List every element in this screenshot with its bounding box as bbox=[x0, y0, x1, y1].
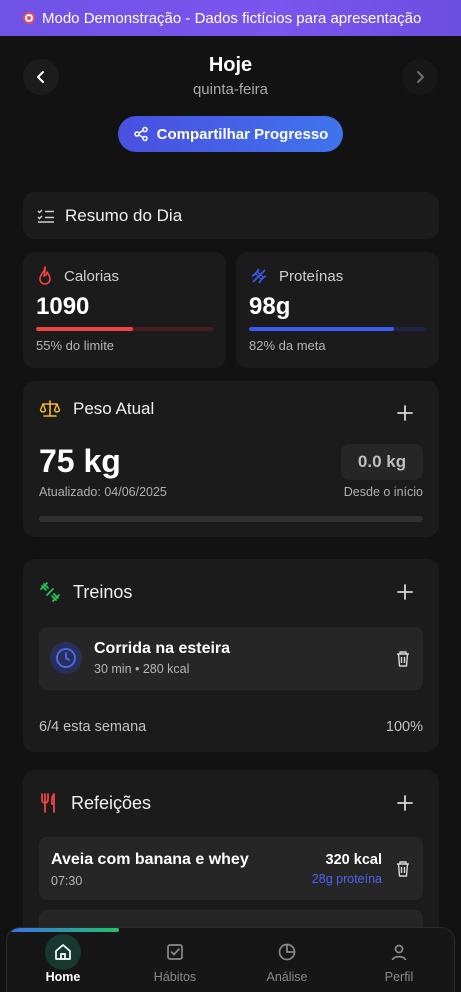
next-day-button[interactable] bbox=[402, 59, 438, 95]
tab-analysis[interactable]: Análise bbox=[231, 928, 343, 992]
home-icon bbox=[55, 944, 71, 960]
weight-title: Peso Atual bbox=[73, 399, 155, 418]
summary-title: Resumo do Dia bbox=[65, 205, 183, 225]
share-progress-button[interactable]: Compartilhar Progresso bbox=[118, 116, 343, 152]
protein-progress-bar bbox=[249, 327, 426, 331]
calories-progress-bar bbox=[36, 327, 213, 331]
checkbox-icon bbox=[167, 944, 183, 960]
demo-mode-banner: Modo Demonstração - Dados fictícios para… bbox=[0, 0, 461, 36]
scale-icon bbox=[39, 400, 61, 417]
meal-name: Aveia com banana e whey bbox=[51, 851, 249, 868]
share-button-label: Compartilhar Progresso bbox=[156, 125, 329, 143]
user-icon bbox=[391, 944, 407, 961]
clock-icon bbox=[56, 648, 76, 668]
add-workout-button[interactable] bbox=[395, 582, 415, 602]
workouts-week-percent: 100% bbox=[385, 719, 423, 735]
calories-progress-fill bbox=[36, 327, 134, 331]
tab-profile[interactable]: Perfil bbox=[343, 928, 454, 992]
delete-meal-icon[interactable] bbox=[395, 860, 411, 878]
protein-value: 98g bbox=[249, 293, 291, 320]
add-weight-button[interactable] bbox=[395, 403, 415, 423]
tab-profile-label: Perfil bbox=[384, 970, 414, 984]
meal-time: 07:30 bbox=[51, 874, 83, 888]
tab-home[interactable]: Home bbox=[7, 928, 119, 992]
calories-value: 1090 bbox=[36, 293, 90, 320]
page-title: Hoje bbox=[208, 54, 253, 76]
add-meal-button[interactable] bbox=[395, 793, 415, 813]
target-icon bbox=[23, 12, 35, 24]
flame-icon bbox=[39, 266, 51, 285]
weight-updated-date: Atualizado: 04/06/2025 bbox=[39, 485, 167, 499]
tab-habits-label: Hábitos bbox=[153, 970, 197, 984]
meal-protein: 28g proteína bbox=[311, 872, 382, 886]
meal-list-item[interactable]: Aveia com banana e whey 07:30 320 kcal 2… bbox=[39, 837, 423, 900]
calories-card[interactable]: Calorias 1090 55% do limite bbox=[23, 252, 226, 368]
current-weight-card: Peso Atual 75 kg Atualizado: 04/06/2025 … bbox=[23, 381, 439, 537]
workouts-card: Treinos Corrida na esteira 30 min • 280 … bbox=[23, 559, 439, 752]
dumbbell-icon bbox=[40, 582, 60, 602]
weight-progress-track bbox=[39, 516, 423, 522]
meal-kcal: 320 kcal bbox=[325, 852, 382, 868]
workouts-title: Treinos bbox=[73, 581, 133, 602]
weight-delta-badge: 0.0 kg bbox=[341, 444, 423, 480]
list-check-icon bbox=[37, 208, 54, 223]
daily-summary-header: Resumo do Dia bbox=[23, 192, 439, 239]
tab-habits[interactable]: Hábitos bbox=[119, 928, 231, 992]
tab-home-label: Home bbox=[45, 970, 81, 984]
workout-icon-badge bbox=[50, 642, 82, 674]
weight-delta-label: Desde o início bbox=[343, 485, 423, 499]
utensils-icon bbox=[41, 793, 55, 813]
tab-analysis-label: Análise bbox=[266, 970, 308, 984]
weekday-subtitle: quinta-feira bbox=[192, 81, 269, 98]
chevron-right-icon bbox=[417, 71, 424, 83]
demo-banner-text: Modo Demonstração - Dados fictícios para… bbox=[42, 9, 422, 27]
workout-meta: 30 min • 280 kcal bbox=[94, 662, 190, 676]
protein-footnote: 82% da meta bbox=[249, 338, 326, 353]
weight-value: 75 kg bbox=[39, 443, 121, 479]
workout-list-item[interactable]: Corrida na esteira 30 min • 280 kcal bbox=[39, 627, 423, 690]
dna-icon bbox=[251, 268, 267, 284]
share-icon bbox=[133, 126, 148, 142]
pie-chart-icon bbox=[278, 943, 296, 961]
protein-label: Proteínas bbox=[279, 267, 344, 285]
meals-title: Refeições bbox=[71, 792, 152, 813]
protein-progress-fill bbox=[249, 327, 395, 331]
bottom-navigation: Home Hábitos Análise Perfil bbox=[6, 927, 455, 992]
workouts-week-summary: 6/4 esta semana bbox=[39, 719, 147, 735]
protein-card[interactable]: Proteínas 98g 82% da meta bbox=[236, 252, 439, 368]
calories-label: Calorias bbox=[64, 267, 120, 285]
workout-name: Corrida na esteira bbox=[94, 640, 231, 657]
calories-footnote: 55% do limite bbox=[36, 338, 115, 353]
day-header: Hoje quinta-feira Compartilhar Progresso bbox=[0, 36, 461, 176]
delete-workout-icon[interactable] bbox=[395, 650, 411, 668]
